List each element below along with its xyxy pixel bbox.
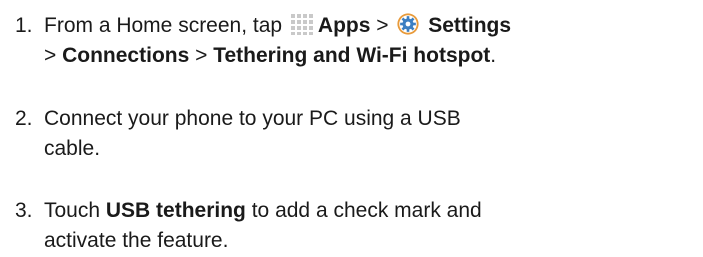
step-line: Touch USB tethering to add a check mark … bbox=[44, 196, 699, 226]
apps-grid-icon bbox=[289, 12, 317, 36]
step-body: From a Home screen, tap Apps > Settings … bbox=[44, 11, 699, 71]
step-line: > Connections > Tethering and Wi-Fi hots… bbox=[44, 41, 699, 71]
apps-label: Apps bbox=[317, 14, 371, 37]
connections-label: Connections bbox=[62, 44, 190, 67]
step-text: Touch bbox=[44, 199, 106, 222]
separator: > bbox=[44, 44, 63, 67]
step-number: 2. bbox=[15, 107, 33, 130]
usb-tethering-label: USB tethering bbox=[105, 199, 246, 222]
settings-label: Settings bbox=[428, 14, 512, 37]
settings-gear-icon bbox=[395, 12, 421, 36]
step-number: 3. bbox=[15, 199, 33, 222]
step-body: Connect your phone to your PC using a US… bbox=[44, 104, 699, 164]
step-line: cable. bbox=[44, 137, 101, 160]
separator: > bbox=[370, 14, 395, 37]
separator: > bbox=[189, 44, 214, 67]
period: . bbox=[490, 44, 497, 67]
step-line: Connect your phone to your PC using a US… bbox=[44, 107, 461, 130]
step-body: Touch USB tethering to add a check mark … bbox=[44, 196, 699, 256]
tethering-hotspot-label: Tethering and Wi-Fi hotspot bbox=[213, 44, 491, 67]
step-line: activate the feature. bbox=[44, 229, 229, 252]
step-number: 1. bbox=[15, 14, 33, 37]
step-line: From a Home screen, tap Apps > Settings bbox=[44, 11, 699, 41]
step-text: to add a check mark and bbox=[245, 199, 482, 222]
step-text: From a Home screen, tap bbox=[44, 14, 288, 37]
